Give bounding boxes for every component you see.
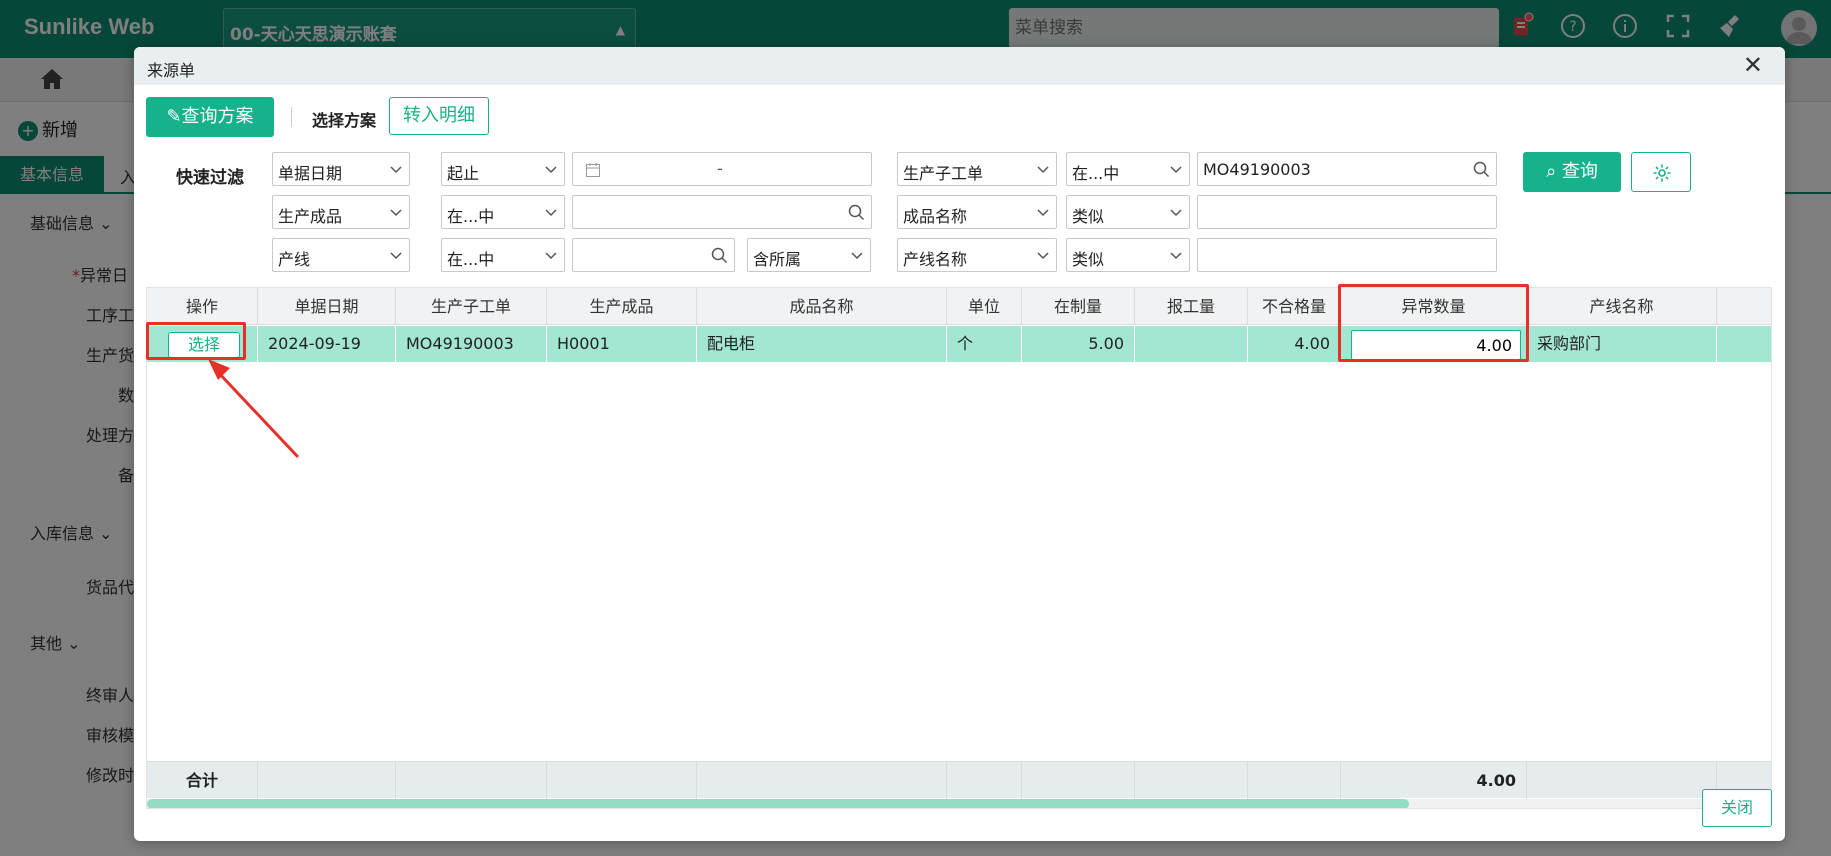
settings-button[interactable]	[1631, 152, 1691, 192]
search-icon	[1473, 161, 1490, 178]
dialog-header: 来源单 ✕	[134, 47, 1785, 85]
wip-qty-cell: 5.00	[1022, 326, 1135, 362]
product-cell: H0001	[547, 326, 697, 362]
chevron-down-icon	[1037, 209, 1049, 217]
line-filter-input[interactable]	[572, 238, 735, 272]
search-icon: ⌕	[1546, 161, 1557, 182]
unit-cell: 个	[947, 326, 1022, 362]
query-plan-label: 查询方案	[181, 106, 254, 127]
close-button[interactable]: 关闭	[1702, 789, 1772, 827]
defect-qty-cell: 4.00	[1248, 326, 1341, 362]
line-name-cell: 采购部门	[1527, 326, 1717, 362]
footer-cell	[1248, 762, 1341, 799]
footer-cell	[1022, 762, 1135, 799]
column-header[interactable]: 异常数量	[1341, 288, 1527, 325]
grid-footer: 合计 4.00	[147, 761, 1771, 799]
column-header[interactable]: 产线名称	[1527, 288, 1717, 325]
column-header[interactable]: 报工量	[1135, 288, 1248, 325]
column-header[interactable]: 生产子工单	[396, 288, 547, 325]
scrollbar-thumb[interactable]	[147, 799, 1409, 808]
filter-operator-select[interactable]: 在...中	[441, 238, 565, 272]
calendar-icon	[586, 163, 600, 177]
date-range-separator: -	[717, 159, 723, 178]
abnormal-qty-input[interactable]	[1351, 330, 1521, 360]
filter-operator-select[interactable]: 在...中	[441, 195, 565, 229]
product-filter-input[interactable]	[572, 195, 872, 229]
filter-field-select[interactable]: 单据日期	[272, 152, 410, 186]
footer-cell	[258, 762, 396, 799]
chevron-down-icon	[1170, 166, 1182, 174]
work-order-cell: MO49190003	[396, 326, 547, 362]
footer-cell	[396, 762, 547, 799]
date-range-input[interactable]: -	[572, 152, 872, 186]
search-icon	[711, 247, 728, 264]
filter-operator-select[interactable]: 在...中	[1066, 152, 1190, 186]
chevron-down-icon	[1170, 209, 1182, 217]
filter-field-select[interactable]: 产线	[272, 238, 410, 272]
chevron-down-icon	[545, 166, 557, 174]
footer-cell	[1527, 762, 1717, 799]
chevron-down-icon	[851, 252, 863, 260]
chevron-down-icon	[390, 209, 402, 217]
filter-field-select[interactable]: 产线名称	[897, 238, 1057, 272]
filter-field-select[interactable]: 生产成品	[272, 195, 410, 229]
horizontal-scrollbar[interactable]	[147, 799, 1771, 808]
quick-filter-label: 快速过滤	[176, 168, 244, 188]
query-plan-button[interactable]: ✎查询方案	[146, 97, 274, 137]
annotation-arrow-icon	[208, 359, 300, 459]
column-header[interactable]: 生产成品	[547, 288, 697, 325]
work-order-filter-input[interactable]: MO49190003	[1197, 152, 1497, 186]
source-order-dialog: 来源单 ✕ ✎查询方案 选择方案 转入明细 快速过滤 单据日期 起止 - 生产子…	[134, 47, 1785, 841]
plan-icon: ✎	[166, 106, 182, 127]
chevron-down-icon	[545, 252, 557, 260]
query-button[interactable]: ⌕ 查询	[1523, 152, 1621, 192]
dialog-title: 来源单	[147, 61, 196, 80]
filter-field-select[interactable]: 成品名称	[897, 195, 1057, 229]
choose-plan-label[interactable]: 选择方案	[312, 107, 376, 131]
total-label: 合计	[147, 762, 258, 799]
search-icon	[848, 204, 865, 221]
chevron-down-icon	[390, 252, 402, 260]
abnormal-total: 4.00	[1341, 762, 1527, 799]
product-name-cell: 配电柜	[697, 326, 947, 362]
column-header[interactable]: 不合格量	[1248, 288, 1341, 325]
chevron-down-icon	[1037, 166, 1049, 174]
chevron-down-icon	[1170, 252, 1182, 260]
chevron-down-icon	[390, 166, 402, 174]
column-header[interactable]: 颜	[1717, 288, 1771, 325]
extra-cell	[1717, 326, 1771, 362]
transfer-detail-button[interactable]: 转入明细	[389, 97, 489, 135]
column-header[interactable]: 在制量	[1022, 288, 1135, 325]
filter-operator-select[interactable]: 类似	[1066, 238, 1190, 272]
gear-icon	[1653, 164, 1671, 182]
footer-cell	[547, 762, 697, 799]
footer-cell	[947, 762, 1022, 799]
column-header[interactable]: 单位	[947, 288, 1022, 325]
source-grid: 操作 单据日期 生产子工单 生产成品 成品名称 单位 在制量 报工量 不合格量 …	[146, 287, 1772, 809]
line-name-filter-input[interactable]	[1197, 238, 1497, 272]
query-button-label: 查询	[1561, 161, 1598, 182]
footer-cell	[697, 762, 947, 799]
close-icon[interactable]: ✕	[1743, 53, 1763, 77]
divider	[291, 107, 292, 127]
table-row[interactable]: 选择 2024-09-19 MO49190003 H0001 配电柜 个 5.0…	[147, 326, 1771, 362]
column-header[interactable]: 成品名称	[697, 288, 947, 325]
reported-qty-cell	[1135, 326, 1248, 362]
chevron-down-icon	[545, 209, 557, 217]
column-header[interactable]: 单据日期	[258, 288, 396, 325]
column-header[interactable]: 操作	[147, 288, 258, 325]
filter-field-select[interactable]: 生产子工单	[897, 152, 1057, 186]
grid-header: 操作 单据日期 生产子工单 生产成品 成品名称 单位 在制量 报工量 不合格量 …	[147, 288, 1771, 325]
filter-operator-select[interactable]: 起止	[441, 152, 565, 186]
filter-operator-select[interactable]: 类似	[1066, 195, 1190, 229]
product-name-filter-input[interactable]	[1197, 195, 1497, 229]
include-child-select[interactable]: 含所属	[747, 238, 871, 272]
footer-cell	[1135, 762, 1248, 799]
chevron-down-icon	[1037, 252, 1049, 260]
